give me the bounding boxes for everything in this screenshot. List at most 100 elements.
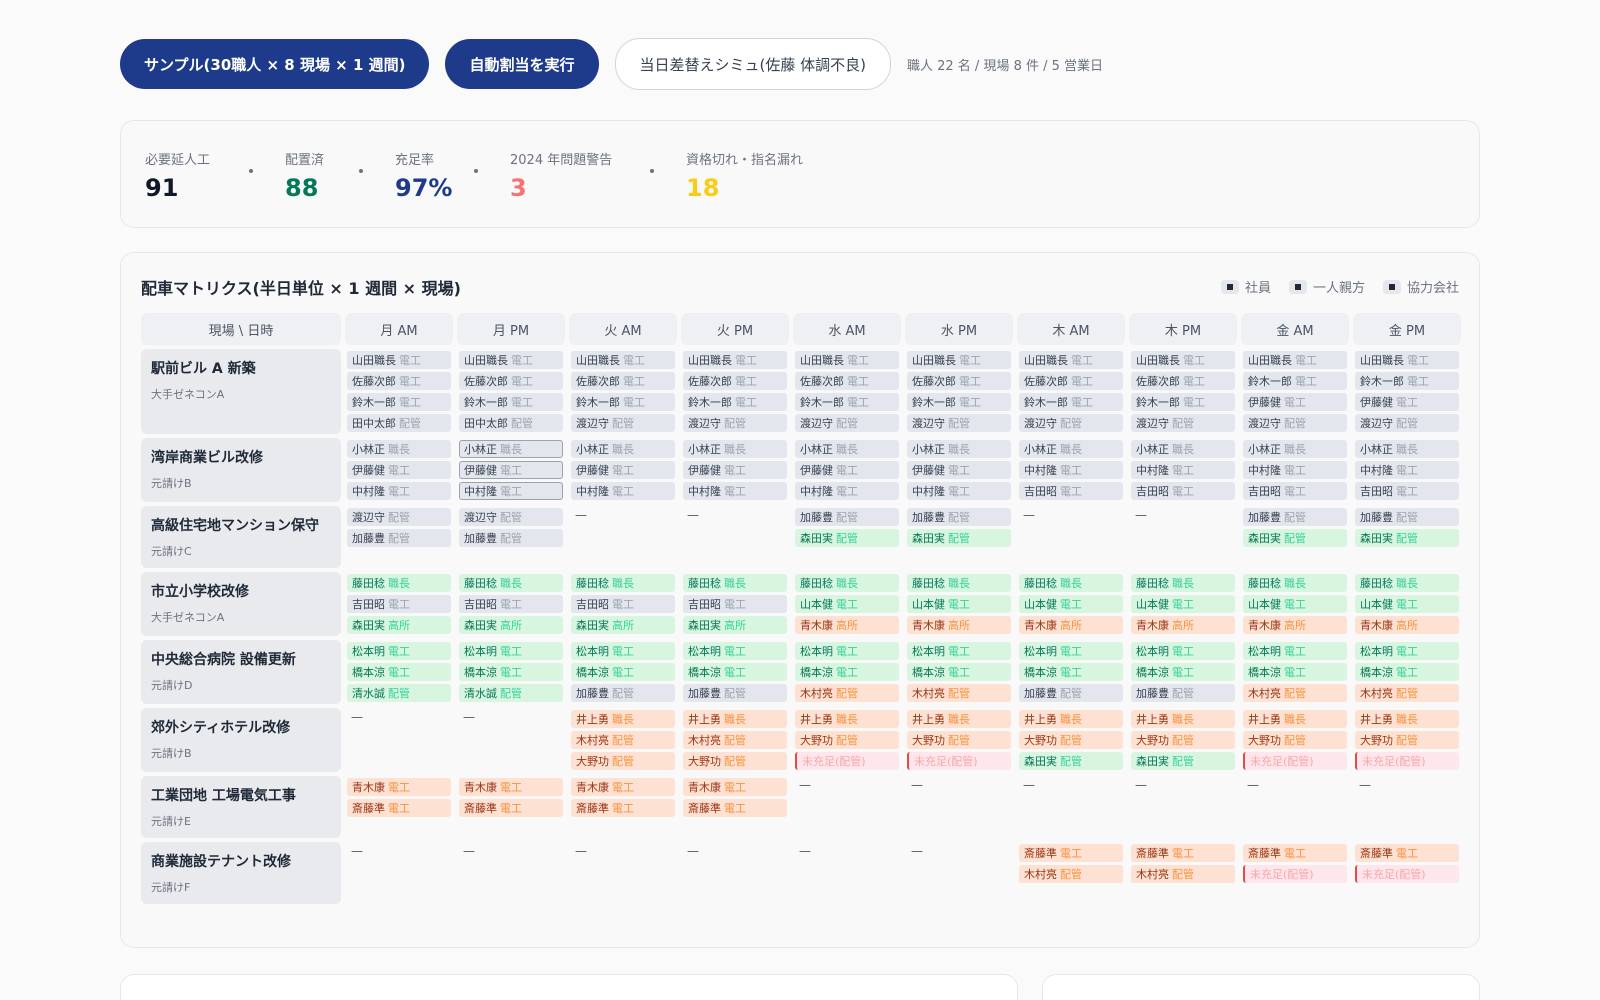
- worker-chip[interactable]: 青木康 高所: [1019, 616, 1123, 634]
- worker-chip[interactable]: 渡辺守 配管: [907, 414, 1011, 432]
- worker-chip[interactable]: 橋本涼 電工: [795, 663, 899, 681]
- schedule-cell[interactable]: 山田職長 電工 佐藤次郎 電工 鈴木一郎 電工 田中太郎 配管: [457, 349, 565, 434]
- worker-chip[interactable]: 山田職長 電工: [1019, 351, 1123, 369]
- schedule-cell[interactable]: 藤田稔 職長 吉田昭 電工 森田実 高所: [681, 572, 789, 636]
- schedule-cell[interactable]: —: [569, 506, 677, 568]
- worker-chip[interactable]: 吉田昭 電工: [1355, 482, 1459, 500]
- schedule-cell[interactable]: 井上勇 職長 大野功 配管 未充足(配管): [1241, 708, 1349, 772]
- worker-chip[interactable]: 斎藤準 電工: [571, 799, 675, 817]
- schedule-cell[interactable]: 青木康 電工 斎藤準 電工: [681, 776, 789, 838]
- worker-chip[interactable]: 橋本涼 電工: [459, 663, 563, 681]
- schedule-cell[interactable]: —: [1129, 776, 1237, 838]
- worker-chip[interactable]: 吉田昭 電工: [683, 595, 787, 613]
- worker-chip[interactable]: 伊藤健 電工: [1355, 393, 1459, 411]
- worker-chip[interactable]: 小林正 職長: [347, 440, 451, 458]
- schedule-cell[interactable]: 山田職長 電工 佐藤次郎 電工 鈴木一郎 電工 田中太郎 配管: [345, 349, 453, 434]
- worker-chip[interactable]: 斎藤準 電工: [1019, 844, 1123, 862]
- schedule-cell[interactable]: 斎藤準 電工 木村亮 配管: [1017, 842, 1125, 904]
- worker-chip[interactable]: 中村隆 電工: [683, 482, 787, 500]
- worker-chip[interactable]: 伊藤健 電工: [795, 461, 899, 479]
- worker-chip[interactable]: 藤田稔 職長: [683, 574, 787, 592]
- worker-chip[interactable]: 吉田昭 電工: [1243, 482, 1347, 500]
- worker-chip[interactable]: 大野功 配管: [795, 731, 899, 749]
- schedule-cell[interactable]: 藤田稔 職長 山本健 電工 青木康 高所: [1017, 572, 1125, 636]
- worker-chip[interactable]: 大野功 配管: [571, 752, 675, 770]
- worker-chip[interactable]: 山田職長 電工: [1243, 351, 1347, 369]
- worker-chip[interactable]: 青木康 電工: [459, 778, 563, 796]
- schedule-cell[interactable]: 松本明 電工 橋本涼 電工 加藤豊 配管: [681, 640, 789, 704]
- worker-chip[interactable]: 加藤豊 配管: [1019, 684, 1123, 702]
- schedule-cell[interactable]: 藤田稔 職長山本健 電工青木康 高所: [1241, 572, 1349, 636]
- worker-chip[interactable]: 渡辺守 配管: [1243, 414, 1347, 432]
- schedule-cell[interactable]: 小林正 職長 伊藤健 電工 中村隆 電工: [569, 438, 677, 502]
- unfilled-slot[interactable]: 未充足(配管): [795, 752, 899, 770]
- schedule-cell[interactable]: —: [569, 842, 677, 904]
- worker-chip[interactable]: 木村亮 配管: [1243, 684, 1347, 702]
- worker-chip[interactable]: 小林正 職長: [1131, 440, 1235, 458]
- worker-chip[interactable]: 佐藤次郎 電工: [347, 372, 451, 390]
- schedule-cell[interactable]: 加藤豊 配管森田実 配管: [1353, 506, 1461, 568]
- worker-chip[interactable]: 小林正 職長: [1355, 440, 1459, 458]
- worker-chip[interactable]: 渡辺守 配管: [1019, 414, 1123, 432]
- worker-chip[interactable]: 加藤豊 配管: [1355, 508, 1459, 526]
- worker-chip[interactable]: 木村亮 配管: [907, 684, 1011, 702]
- schedule-cell[interactable]: 山田職長 電工 鈴木一郎 電工 伊藤健 電工 渡辺守 配管: [1241, 349, 1349, 434]
- worker-chip[interactable]: 木村亮 配管: [1131, 865, 1235, 883]
- worker-chip[interactable]: 渡辺守 配管: [459, 508, 563, 526]
- worker-chip[interactable]: 加藤豊 配管: [795, 508, 899, 526]
- worker-chip[interactable]: 吉田昭 電工: [1019, 482, 1123, 500]
- worker-chip[interactable]: 中村隆 電工: [347, 482, 451, 500]
- schedule-cell[interactable]: —: [1017, 776, 1125, 838]
- worker-chip[interactable]: 松本明 電工: [907, 642, 1011, 660]
- worker-chip[interactable]: 井上勇 職長: [1355, 710, 1459, 728]
- worker-chip[interactable]: 森田実 高所: [571, 616, 675, 634]
- schedule-cell[interactable]: —: [457, 842, 565, 904]
- worker-chip[interactable]: 藤田稔 職長: [1243, 574, 1347, 592]
- schedule-cell[interactable]: 渡辺守 配管加藤豊 配管: [457, 506, 565, 568]
- worker-chip[interactable]: 小林正 職長: [683, 440, 787, 458]
- worker-chip[interactable]: 青木康 高所: [795, 616, 899, 634]
- worker-chip[interactable]: 吉田昭 電工: [1131, 482, 1235, 500]
- worker-chip[interactable]: 森田実 配管: [1243, 529, 1347, 547]
- worker-chip[interactable]: 加藤豊 配管: [1131, 684, 1235, 702]
- worker-chip[interactable]: 小林正 職長: [795, 440, 899, 458]
- worker-chip[interactable]: 渡辺守 配管: [347, 508, 451, 526]
- worker-chip[interactable]: 伊藤健 電工: [683, 461, 787, 479]
- sample-data-button[interactable]: サンプル(30職人 × 8 現場 × 1 週間): [120, 39, 430, 89]
- worker-chip[interactable]: 大野功 配管: [683, 752, 787, 770]
- schedule-cell[interactable]: 松本明 電工 橋本涼 電工 木村亮 配管: [793, 640, 901, 704]
- worker-chip[interactable]: 青木康 電工: [683, 778, 787, 796]
- worker-chip[interactable]: 山田職長 電工: [907, 351, 1011, 369]
- worker-chip[interactable]: 小林正 職長: [571, 440, 675, 458]
- worker-chip[interactable]: 加藤豊 配管: [1243, 508, 1347, 526]
- worker-chip[interactable]: 森田実 配管: [907, 529, 1011, 547]
- worker-chip[interactable]: 森田実 配管: [1355, 529, 1459, 547]
- worker-chip[interactable]: 加藤豊 配管: [459, 529, 563, 547]
- worker-chip[interactable]: 山本健 電工: [795, 595, 899, 613]
- worker-chip[interactable]: 吉田昭 電工: [571, 595, 675, 613]
- worker-chip[interactable]: 加藤豊 配管: [571, 684, 675, 702]
- schedule-cell[interactable]: 加藤豊 配管森田実 配管: [1241, 506, 1349, 568]
- worker-chip[interactable]: 渡辺守 配管: [795, 414, 899, 432]
- worker-chip[interactable]: 松本明 電工: [1019, 642, 1123, 660]
- schedule-cell[interactable]: —: [345, 842, 453, 904]
- worker-chip[interactable]: 青木康 高所: [1243, 616, 1347, 634]
- schedule-cell[interactable]: 小林正 職長 中村隆 電工 吉田昭 電工: [1241, 438, 1349, 502]
- worker-chip[interactable]: 小林正 職長: [1243, 440, 1347, 458]
- worker-chip[interactable]: 山本健 電工: [1243, 595, 1347, 613]
- worker-chip[interactable]: 井上勇 職長: [571, 710, 675, 728]
- worker-chip[interactable]: 清水誠 配管: [347, 684, 451, 702]
- worker-chip[interactable]: 鈴木一郎 電工: [795, 393, 899, 411]
- worker-chip[interactable]: 佐藤次郎 電工: [571, 372, 675, 390]
- schedule-cell[interactable]: 山田職長 電工 佐藤次郎 電工 鈴木一郎 電工 渡辺守 配管: [681, 349, 789, 434]
- schedule-cell[interactable]: 山田職長 電工 佐藤次郎 電工 鈴木一郎 電工 渡辺守 配管: [793, 349, 901, 434]
- worker-chip[interactable]: 井上勇 職長: [907, 710, 1011, 728]
- schedule-cell[interactable]: 井上勇 職長 大野功 配管 森田実 配管: [1129, 708, 1237, 772]
- worker-chip[interactable]: 鈴木一郎 電工: [683, 393, 787, 411]
- worker-chip[interactable]: 松本明 電工: [795, 642, 899, 660]
- schedule-cell[interactable]: —: [1017, 506, 1125, 568]
- worker-chip[interactable]: 加藤豊 配管: [347, 529, 451, 547]
- worker-chip[interactable]: 松本明 電工: [1243, 642, 1347, 660]
- worker-chip[interactable]: 渡辺守 配管: [571, 414, 675, 432]
- worker-chip[interactable]: 藤田稔 職長: [571, 574, 675, 592]
